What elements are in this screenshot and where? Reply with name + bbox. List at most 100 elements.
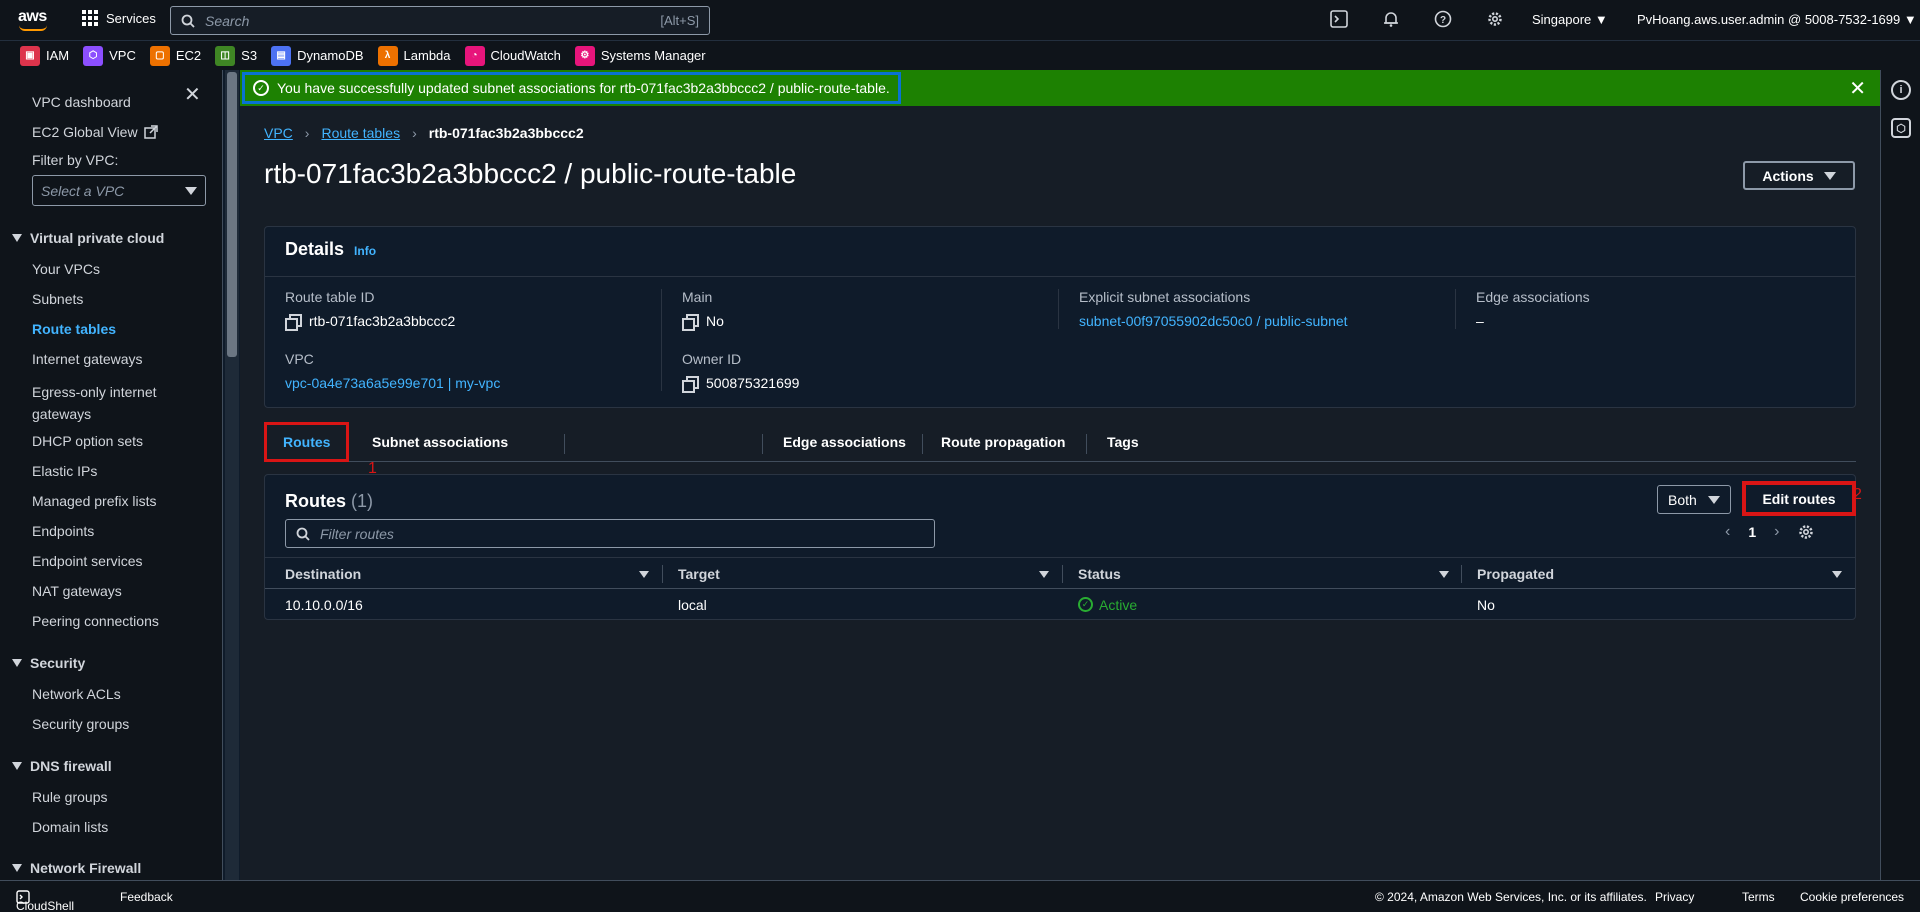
aws-logo[interactable]: aws xyxy=(18,8,52,32)
details-col-edge: Edge associations – xyxy=(1455,289,1825,329)
dismiss-flash-close-icon[interactable]: ✕ xyxy=(1849,76,1866,101)
section-dns-firewall[interactable]: DNS firewall xyxy=(12,758,112,774)
tab-label: Tags xyxy=(1107,434,1139,450)
tab-tags[interactable]: Tags xyxy=(1107,422,1139,462)
terms-link[interactable]: Terms xyxy=(1742,890,1775,904)
tab-route-propagation[interactable]: Route propagation xyxy=(941,422,1065,462)
tab-edge-associations[interactable]: Edge associations xyxy=(783,422,906,462)
breadcrumb-route-tables[interactable]: Route tables xyxy=(321,125,400,141)
hexagon-icon[interactable]: ⬡ xyxy=(1891,118,1911,138)
sidebar-item-ec2-global-view[interactable]: EC2 Global View xyxy=(32,124,158,140)
favorite-lambda[interactable]: λ Lambda xyxy=(377,45,451,66)
tab-label: Subnet associations xyxy=(372,434,509,450)
sort-icon[interactable] xyxy=(1439,570,1449,578)
section-virtual-private-cloud[interactable]: Virtual private cloud xyxy=(12,230,164,246)
sidebar-item-route-tables[interactable]: Route tables xyxy=(32,321,116,337)
grid-icon xyxy=(82,10,98,26)
next-page-chevron-icon[interactable]: › xyxy=(1774,523,1779,541)
explicit-subnet-link[interactable]: subnet-00f97055902dc50c0 / public-subnet xyxy=(1079,313,1428,329)
sidebar-item-egress-only-internet-gateways[interactable]: Egress-only internet gateways xyxy=(32,381,157,425)
favorite-dynamodb[interactable]: ▤ DynamoDB xyxy=(271,45,364,66)
page-number[interactable]: 1 xyxy=(1748,524,1756,540)
copy-icon[interactable] xyxy=(285,314,302,331)
table-settings-gear-icon[interactable] xyxy=(1797,523,1815,541)
section-security[interactable]: Security xyxy=(12,655,85,671)
sidebar-item-vpc-dashboard[interactable]: VPC dashboard xyxy=(32,94,131,110)
sidebar-item-endpoint-services[interactable]: Endpoint services xyxy=(32,553,143,569)
feedback-link[interactable]: Feedback xyxy=(120,890,173,904)
search-input[interactable]: Search [Alt+S] xyxy=(170,6,710,35)
caret-down-icon xyxy=(185,186,197,195)
copy-icon[interactable] xyxy=(682,314,699,331)
breadcrumb: VPC › Route tables › rtb-071fac3b2a3bbcc… xyxy=(264,125,584,141)
lambda-icon: λ xyxy=(377,45,398,66)
sidebar-item-dhcp-option-sets[interactable]: DHCP option sets xyxy=(32,433,143,449)
cloudshell-button[interactable]: CloudShell xyxy=(16,890,74,912)
account-menu[interactable]: PvHoang.aws.user.admin @ 5008-7532-1699 … xyxy=(1637,12,1917,27)
cell-propagated: No xyxy=(1477,596,1495,613)
route-type-select[interactable]: Both xyxy=(1657,485,1731,514)
sort-icon[interactable] xyxy=(1832,570,1842,578)
right-rail: i ⬡ xyxy=(1880,70,1920,880)
caret-down-icon xyxy=(1823,171,1836,180)
sort-icon[interactable] xyxy=(639,570,649,578)
routes-count: (1) xyxy=(351,491,374,511)
sidebar-scrollbar[interactable] xyxy=(225,70,239,880)
sidebar-item-security-groups[interactable]: Security groups xyxy=(32,716,129,732)
filter-routes-input[interactable]: Filter routes xyxy=(285,519,935,548)
actions-button[interactable]: Actions xyxy=(1743,161,1855,190)
vpc-filter-select[interactable]: Select a VPC xyxy=(32,175,206,206)
edit-routes-button[interactable]: Edit routes xyxy=(1742,481,1856,516)
sidebar-item-network-acls[interactable]: Network ACLs xyxy=(32,686,121,702)
notifications-bell-icon[interactable] xyxy=(1380,8,1402,30)
column-status[interactable]: Status xyxy=(1078,558,1461,590)
favorite-s3[interactable]: ◫ S3 xyxy=(215,45,258,66)
cloudshell-icon[interactable] xyxy=(1328,8,1350,30)
services-label: Services xyxy=(106,10,156,26)
tab-routes[interactable]: Routes xyxy=(264,422,350,462)
sidebar-item-managed-prefix-lists[interactable]: Managed prefix lists xyxy=(32,493,157,509)
settings-gear-icon[interactable] xyxy=(1484,8,1506,30)
sidebar-item-nat-gateways[interactable]: NAT gateways xyxy=(32,583,122,599)
tab-subnet-associations[interactable]: Subnet associations xyxy=(372,422,508,462)
region-selector[interactable]: Singapore ▼ xyxy=(1532,12,1608,27)
details-panel: Details Info Route table ID rtb-071fac3b… xyxy=(264,226,1856,408)
sidebar-item-your-vpcs[interactable]: Your VPCs xyxy=(32,261,100,277)
sidebar-item-rule-groups[interactable]: Rule groups xyxy=(32,789,108,805)
favorite-iam[interactable]: ▣ IAM xyxy=(20,45,69,66)
sidebar-item-peering-connections[interactable]: Peering connections xyxy=(32,613,159,629)
sidebar-item-endpoints[interactable]: Endpoints xyxy=(32,523,94,539)
favorite-label: S3 xyxy=(241,48,258,63)
privacy-link[interactable]: Privacy xyxy=(1655,890,1694,904)
column-destination[interactable]: Destination xyxy=(285,558,661,590)
sidebar-item-elastic-ips[interactable]: Elastic IPs xyxy=(32,463,97,479)
favorite-cloudwatch[interactable]: ◔ CloudWatch xyxy=(464,45,561,66)
close-sidebar-icon[interactable]: ✕ xyxy=(184,82,201,107)
details-col-explicit: Explicit subnet associations subnet-00f9… xyxy=(1058,289,1428,329)
scrollbar-thumb[interactable] xyxy=(227,72,237,357)
info-panel-icon[interactable]: i xyxy=(1891,80,1911,100)
favorite-ec2[interactable]: ▢ EC2 xyxy=(149,45,201,66)
sidebar-item-subnets[interactable]: Subnets xyxy=(32,291,83,307)
sidebar-item-domain-lists[interactable]: Domain lists xyxy=(32,819,108,835)
vpc-link[interactable]: vpc-0a4e73a6a5e99e701 | my-vpc xyxy=(285,375,655,391)
column-target[interactable]: Target xyxy=(678,558,1061,590)
services-menu-button[interactable]: Services xyxy=(82,10,156,26)
column-propagated[interactable]: Propagated xyxy=(1477,558,1854,590)
cookie-preferences-link[interactable]: Cookie preferences xyxy=(1800,890,1904,904)
details-col-route-table: Route table ID rtb-071fac3b2a3bbccc2 VPC… xyxy=(285,289,655,391)
prev-page-chevron-icon[interactable]: ‹ xyxy=(1725,523,1730,541)
breadcrumb-vpc[interactable]: VPC xyxy=(264,125,293,141)
favorite-systems-manager[interactable]: ⚙ Systems Manager xyxy=(574,45,706,66)
favorite-vpc[interactable]: ⬡ VPC xyxy=(83,45,136,66)
copy-icon[interactable] xyxy=(682,376,699,393)
route-table-id-value: rtb-071fac3b2a3bbccc2 xyxy=(309,313,456,329)
tab-label: Edge associations xyxy=(783,434,906,450)
section-network-firewall[interactable]: Network Firewall xyxy=(12,860,141,876)
explicit-subnet-label: Explicit subnet associations xyxy=(1079,289,1251,305)
cell-target: local xyxy=(678,596,707,613)
help-icon[interactable]: ? xyxy=(1432,8,1454,30)
details-info-link[interactable]: Info xyxy=(354,244,376,258)
sort-icon[interactable] xyxy=(1039,570,1049,578)
sidebar-item-internet-gateways[interactable]: Internet gateways xyxy=(32,351,143,367)
